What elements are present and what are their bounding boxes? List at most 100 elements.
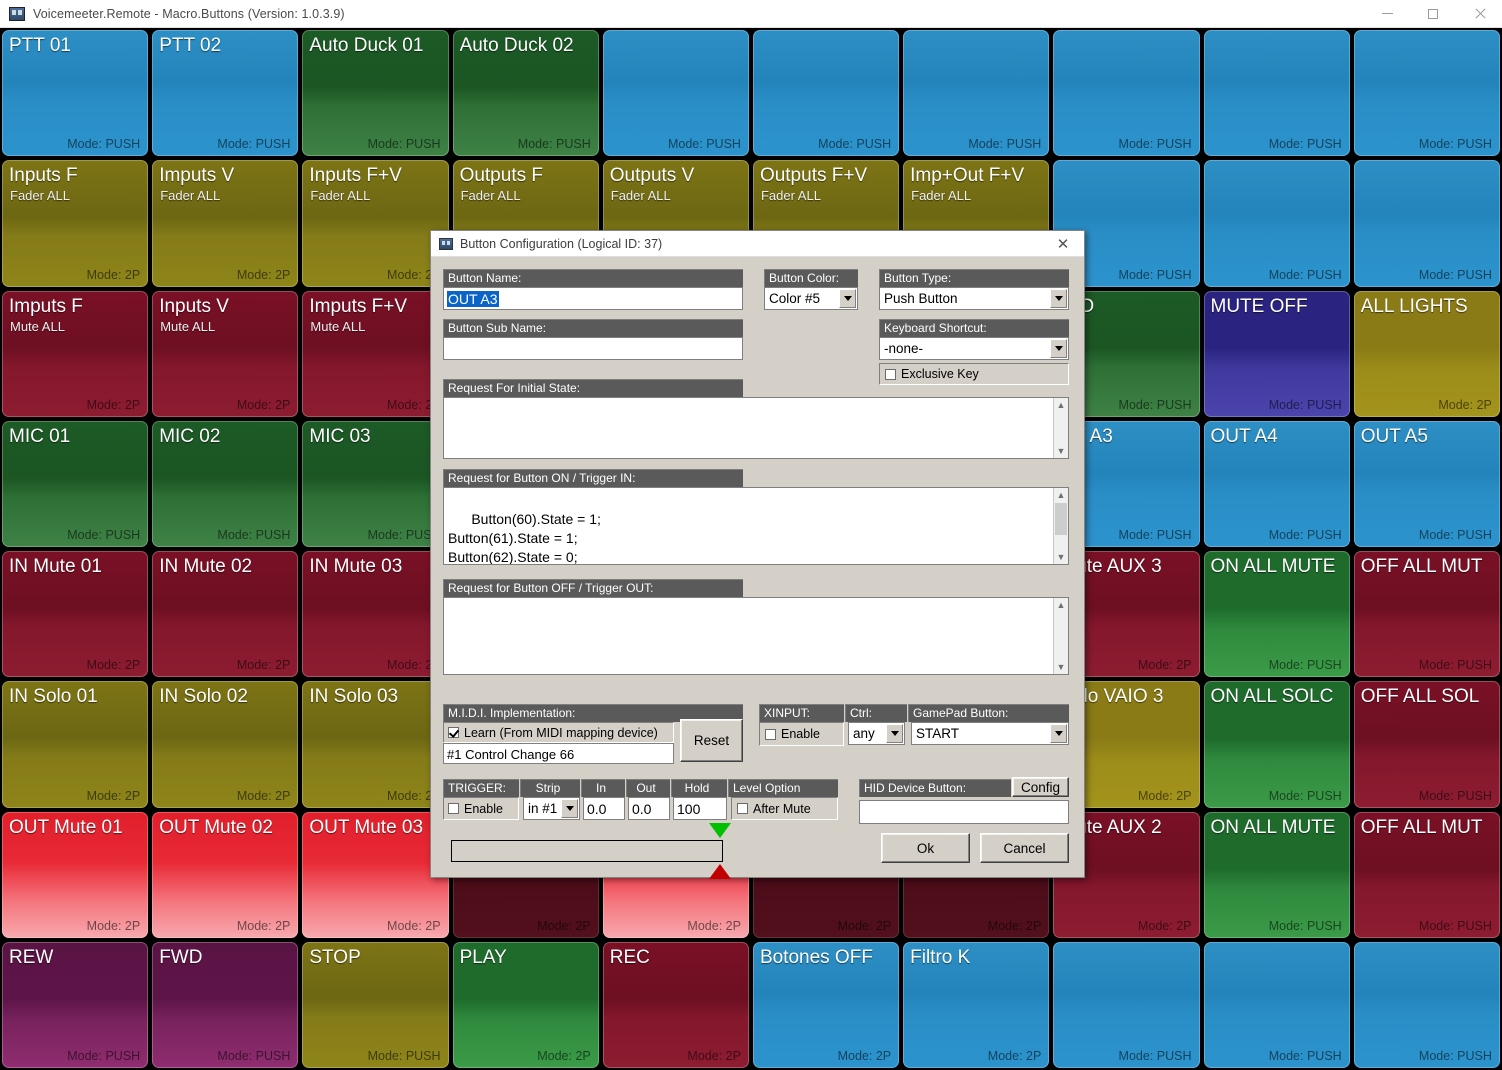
macro-pad-on-all-mute[interactable]: ON ALL MUTE Mode: PUSH [1203, 551, 1350, 678]
macro-pad-mic-02[interactable]: MIC 02 Mode: PUSH [152, 420, 299, 547]
scroll-down-icon[interactable]: ▼ [1054, 444, 1068, 458]
chevron-down-icon[interactable] [1050, 724, 1067, 743]
gamepad-select[interactable]: START [911, 722, 1069, 745]
macro-pad-out-mute-02[interactable]: OUT Mute 02 Mode: 2P [152, 811, 299, 938]
trigger-enable-row[interactable]: Enable [443, 797, 519, 820]
macro-pad-off-all-sol[interactable]: OFF ALL SOL Mode: PUSH [1353, 681, 1500, 808]
scroll-down-icon[interactable]: ▼ [1054, 660, 1068, 674]
scroll-up-icon[interactable]: ▲ [1054, 598, 1068, 612]
button-color-select[interactable]: Color #5 [764, 287, 858, 310]
macro-pad-inputs-f[interactable]: Inputs F Fader ALL Mode: 2P [2, 160, 149, 287]
scroll-up-icon[interactable]: ▲ [1054, 488, 1068, 502]
after-mute-row[interactable]: After Mute [731, 797, 838, 820]
request-off-textarea[interactable]: ▲ ▼ [443, 597, 1069, 675]
macro-pad-botones-off[interactable]: Botones OFF Mode: 2P [752, 941, 900, 1068]
strip-select[interactable]: in #1 [523, 797, 580, 820]
scrollbar-vertical[interactable]: ▲ ▼ [1053, 598, 1068, 674]
threshold-in-marker[interactable] [709, 823, 731, 838]
xinput-enable-checkbox[interactable]: Enable [765, 727, 820, 741]
midi-learn-row[interactable]: Learn (From MIDI mapping device) [443, 722, 674, 743]
macro-pad-out-a4[interactable]: OUT A4 Mode: PUSH [1203, 420, 1350, 547]
macro-pad-play[interactable]: PLAY Mode: 2P [452, 941, 599, 1068]
maximize-button[interactable] [1410, 0, 1456, 28]
minimize-button[interactable] [1364, 0, 1410, 28]
macro-pad-all-lights[interactable]: ALL LIGHTS Mode: 2P [1353, 290, 1500, 417]
chevron-down-icon[interactable] [561, 799, 578, 818]
macro-pad-empty-9[interactable]: Mode: PUSH [1353, 30, 1500, 157]
macro-pad-in-mute-03[interactable]: IN Mute 03 Mode: 2P [302, 551, 449, 678]
exclusive-key-row[interactable]: Exclusive Key [879, 363, 1069, 385]
macro-pad-empty-79[interactable]: Mode: PUSH [1353, 941, 1500, 1068]
macro-pad-mic-03[interactable]: MIC 03 Mode: PUSH [302, 420, 449, 547]
close-button[interactable] [1456, 0, 1502, 28]
macro-pad-in-solo-02[interactable]: IN Solo 02 Mode: 2P [152, 681, 299, 808]
macro-pad-rew[interactable]: REW Mode: PUSH [2, 941, 149, 1068]
macro-pad-off-all-mut[interactable]: OFF ALL MUT Mode: PUSH [1353, 811, 1500, 938]
macro-pad-empty-18[interactable]: Mode: PUSH [1203, 160, 1350, 287]
chevron-down-icon[interactable] [1050, 339, 1067, 358]
macro-pad-empty-6[interactable]: Mode: PUSH [903, 30, 1050, 157]
keyboard-shortcut-select[interactable]: -none- [879, 337, 1069, 360]
macro-pad-imputs-f[interactable]: Imputs F Mute ALL Mode: 2P [2, 290, 149, 417]
hid-device-input[interactable] [859, 800, 1069, 824]
request-initial-textarea[interactable]: ▲ ▼ [443, 397, 1069, 459]
macro-pad-off-all-mut[interactable]: OFF ALL MUT Mode: PUSH [1353, 551, 1500, 678]
threshold-out-marker[interactable] [709, 864, 731, 879]
macro-pad-fwd[interactable]: FWD Mode: PUSH [152, 941, 299, 1068]
macro-pad-empty-77[interactable]: Mode: PUSH [1053, 941, 1200, 1068]
macro-pad-imputs-v[interactable]: Imputs V Fader ALL Mode: 2P [152, 160, 299, 287]
request-on-textarea[interactable]: Button(60).State = 1; Button(61).State =… [443, 487, 1069, 565]
macro-pad-ptt-02[interactable]: PTT 02 Mode: PUSH [152, 30, 299, 157]
dialog-close-button[interactable]: ✕ [1042, 231, 1084, 257]
midi-reset-button[interactable]: Reset [680, 719, 743, 762]
macro-pad-filtro-k[interactable]: Filtro K Mode: 2P [903, 941, 1050, 1068]
out-input[interactable]: 0.0 [628, 797, 670, 820]
button-name-input[interactable]: OUT A3 [443, 287, 743, 310]
chevron-down-icon[interactable] [886, 724, 903, 743]
midi-value-input[interactable]: #1 Control Change 66 [443, 743, 674, 764]
midi-learn-checkbox[interactable]: Learn (From MIDI mapping device) [448, 726, 658, 740]
macro-pad-on-all-solc[interactable]: ON ALL SOLC Mode: PUSH [1203, 681, 1350, 808]
macro-pad-in-mute-02[interactable]: IN Mute 02 Mode: 2P [152, 551, 299, 678]
macro-pad-empty-78[interactable]: Mode: PUSH [1203, 941, 1350, 1068]
macro-pad-empty-4[interactable]: Mode: PUSH [602, 30, 749, 157]
xinput-enable-row[interactable]: Enable [759, 722, 844, 746]
macro-pad-empty-8[interactable]: Mode: PUSH [1203, 30, 1350, 157]
macro-pad-inputs-v[interactable]: Inputs V Mute ALL Mode: 2P [152, 290, 299, 417]
macro-pad-out-mute-01[interactable]: OUT Mute 01 Mode: 2P [2, 811, 149, 938]
macro-pad-in-solo-03[interactable]: IN Solo 03 Mode: 2P [302, 681, 449, 808]
macro-pad-stop[interactable]: STOP Mode: PUSH [302, 941, 449, 1068]
macro-pad-in-solo-01[interactable]: IN Solo 01 Mode: 2P [2, 681, 149, 808]
macro-pad-imputs-f-v[interactable]: Imputs F+V Mute ALL Mode: 2P [302, 290, 449, 417]
macro-pad-empty-7[interactable]: Mode: PUSH [1053, 30, 1200, 157]
scroll-down-icon[interactable]: ▼ [1054, 550, 1068, 564]
macro-pad-mute-off[interactable]: MUTE OFF Mode: PUSH [1203, 290, 1350, 417]
scroll-up-icon[interactable]: ▲ [1054, 398, 1068, 412]
macro-pad-mic-01[interactable]: MIC 01 Mode: PUSH [2, 420, 149, 547]
exclusive-key-checkbox[interactable]: Exclusive Key [885, 367, 979, 381]
macro-pad-ptt-01[interactable]: PTT 01 Mode: PUSH [2, 30, 149, 157]
scrollbar-vertical[interactable]: ▲ ▼ [1053, 488, 1068, 564]
macro-pad-out-a5[interactable]: OUT A5 Mode: PUSH [1353, 420, 1500, 547]
trigger-enable-checkbox[interactable]: Enable [448, 802, 503, 816]
macro-pad-empty-5[interactable]: Mode: PUSH [752, 30, 900, 157]
macro-pad-auto-duck-02[interactable]: Auto Duck 02 Mode: PUSH [452, 30, 599, 157]
button-sub-name-input[interactable] [443, 337, 743, 360]
ctrl-select[interactable]: any [848, 722, 905, 745]
macro-pad-on-all-mute[interactable]: ON ALL MUTE Mode: PUSH [1203, 811, 1350, 938]
after-mute-checkbox[interactable]: After Mute [737, 802, 811, 816]
chevron-down-icon[interactable] [839, 289, 856, 308]
macro-pad-inputs-f-v[interactable]: Inputs F+V Fader ALL Mode: 2P [302, 160, 449, 287]
ok-button[interactable]: Ok [881, 833, 970, 863]
button-type-select[interactable]: Push Button [879, 287, 1069, 310]
macro-pad-auto-duck-01[interactable]: Auto Duck 01 Mode: PUSH [302, 30, 449, 157]
macro-pad-rec[interactable]: REC Mode: 2P [602, 941, 749, 1068]
hold-input[interactable]: 100 [673, 797, 727, 820]
macro-pad-empty-19[interactable]: Mode: PUSH [1353, 160, 1500, 287]
in-input[interactable]: 0.0 [583, 797, 625, 820]
macro-pad-out-mute-03[interactable]: OUT Mute 03 Mode: 2P [302, 811, 449, 938]
cancel-button[interactable]: Cancel [980, 833, 1069, 863]
scrollbar-thumb[interactable] [1055, 503, 1067, 535]
macro-pad-in-mute-01[interactable]: IN Mute 01 Mode: 2P [2, 551, 149, 678]
chevron-down-icon[interactable] [1050, 289, 1067, 308]
